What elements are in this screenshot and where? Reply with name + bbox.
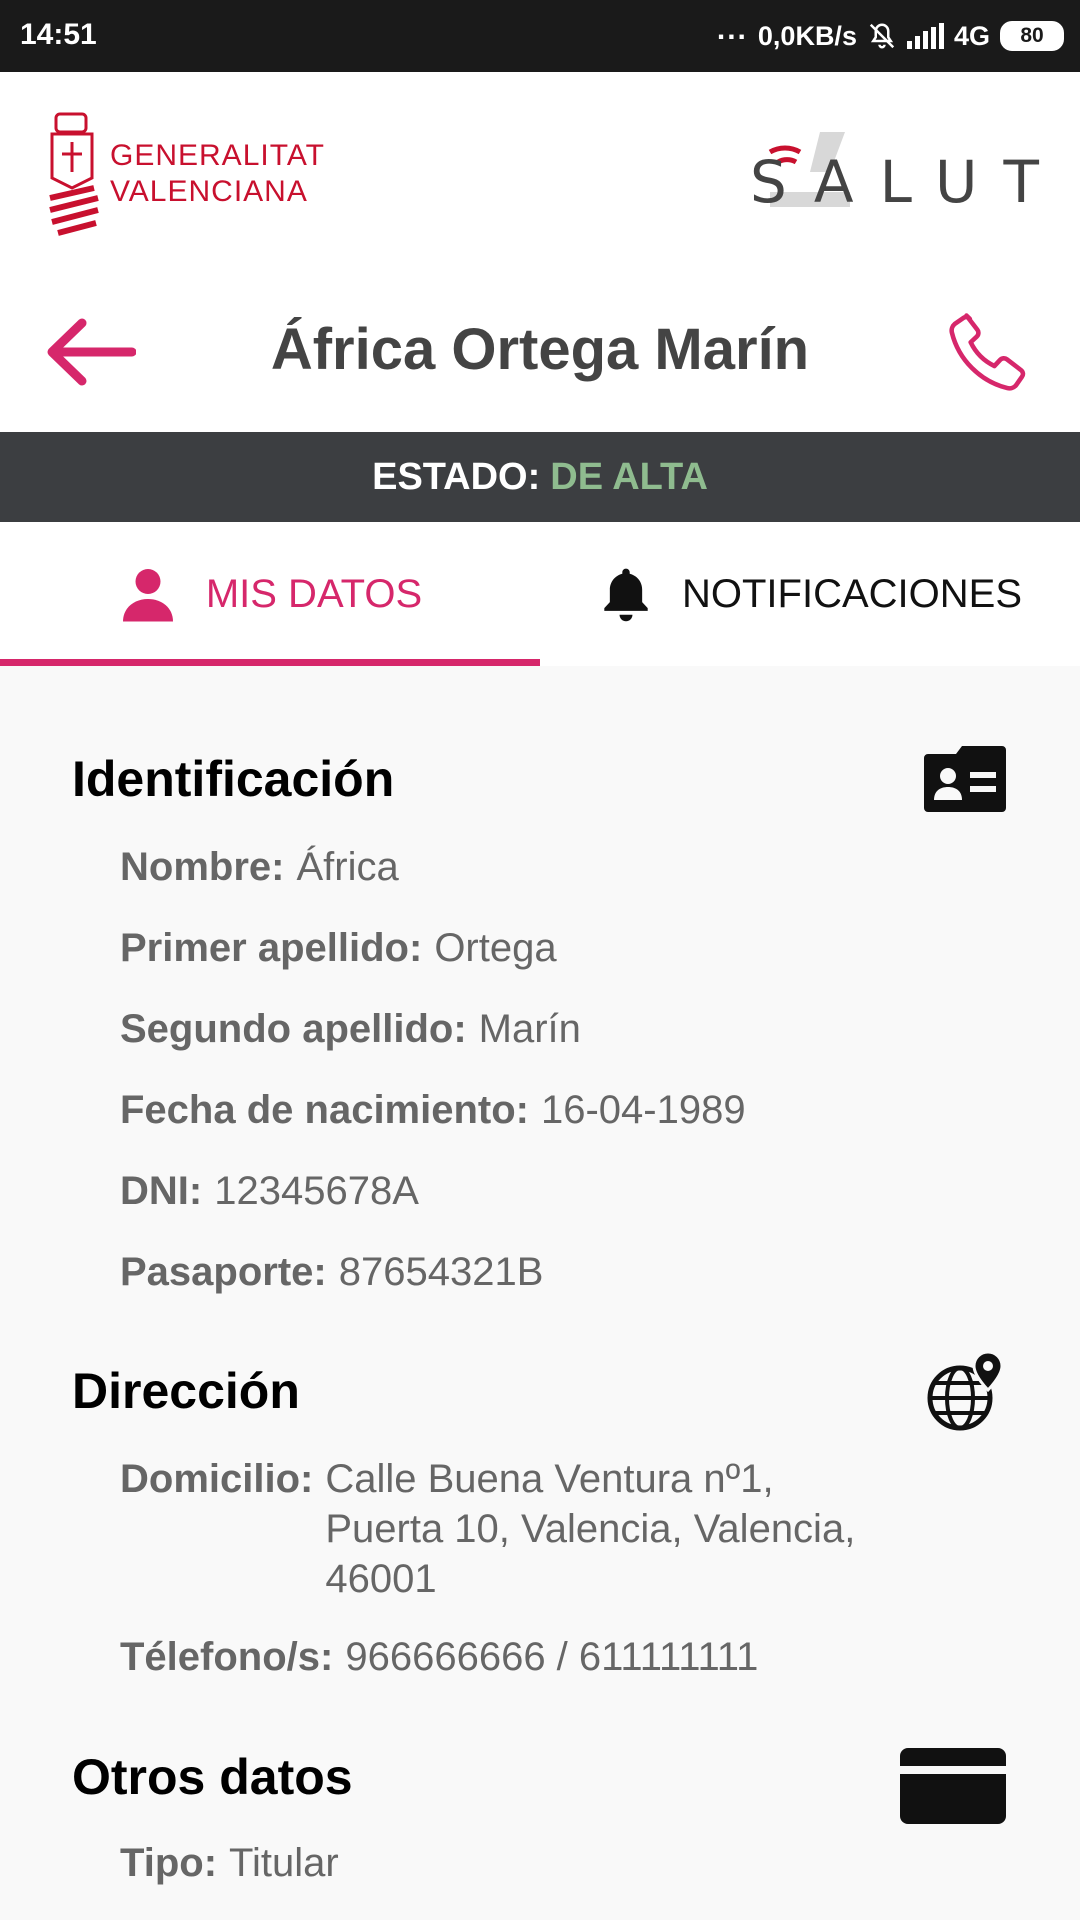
title-bar: África Ortega Marín	[0, 272, 1080, 432]
call-button[interactable]	[934, 296, 1044, 406]
section-title-direccion: Dirección	[72, 1363, 300, 1419]
battery-icon: 80	[1000, 21, 1064, 51]
tab-mis-datos-label: MIS DATOS	[205, 571, 423, 616]
logo-header: GENERALITAT VALENCIANA SALUT	[0, 72, 1080, 272]
status-bar: 14:51 ... 0,0KB/s 4G 80	[0, 0, 1080, 72]
globe-location-icon	[927, 1350, 1004, 1431]
arrow-left-icon	[47, 318, 136, 386]
phone-icon	[949, 313, 1026, 391]
salut-logo: SALUT	[750, 122, 1040, 232]
field-segundo-apellido: Segundo apellido: Marín	[120, 1007, 581, 1051]
field-telefonos: Télefono/s: 966666666 / 611111111	[120, 1635, 759, 1679]
field-tipo: Tipo: Titular	[120, 1841, 339, 1885]
section-title-identificacion: Identificación	[72, 751, 395, 807]
back-button[interactable]	[40, 312, 140, 392]
section-title-otros-datos: Otros datos	[72, 1749, 353, 1805]
field-dni: DNI: 12345678A	[120, 1169, 419, 1213]
salut-wordmark: SALUT	[750, 148, 1065, 216]
page-title: África Ortega Marín	[270, 317, 810, 382]
tab-notificaciones-label: NOTIFICACIONES	[681, 571, 1023, 616]
status-banner: ESTADO: DE ALTA	[0, 432, 1080, 522]
field-pasaporte: Pasaporte: 87654321B	[120, 1250, 544, 1294]
field-domicilio: Domicilio: Calle Buena Ventura nº1, Puer…	[120, 1457, 856, 1601]
generalitat-valenciana-logo: GENERALITAT VALENCIANA	[46, 112, 346, 237]
tab-bar: MIS DATOS NOTIFICACIONES	[0, 522, 1080, 666]
tab-mis-datos[interactable]: MIS DATOS	[0, 522, 540, 666]
mute-bell-icon	[869, 23, 895, 49]
status-time: 14:51	[20, 18, 97, 51]
more-notifications-icon: ...	[716, 13, 748, 46]
tab-notificaciones[interactable]: NOTIFICACIONES	[540, 522, 1080, 666]
network-speed: 0,0KB/s	[757, 20, 857, 51]
id-card-icon	[924, 746, 1006, 812]
status-icons: ... 0,0KB/s 4G 80	[716, 13, 1064, 58]
card-icon	[900, 1748, 1006, 1824]
generalitat-wordmark: GENERALITAT VALENCIANA	[110, 139, 325, 208]
status-value: DE ALTA	[550, 455, 708, 498]
signal-icon	[906, 23, 944, 49]
network-type: 4G	[953, 20, 990, 51]
field-fecha-nacimiento: Fecha de nacimiento: 16-04-1989	[120, 1088, 746, 1132]
field-primer-apellido: Primer apellido: Ortega	[120, 926, 557, 970]
field-nombre: Nombre: África	[120, 845, 399, 889]
battery-level: 80	[1020, 24, 1044, 47]
generalitat-crest-icon	[49, 112, 99, 236]
person-icon	[122, 569, 173, 622]
bell-icon	[604, 568, 648, 622]
status-label: ESTADO:	[372, 455, 541, 498]
mis-datos-content: Identificación Nombre: África Primer ape…	[0, 666, 1080, 1920]
